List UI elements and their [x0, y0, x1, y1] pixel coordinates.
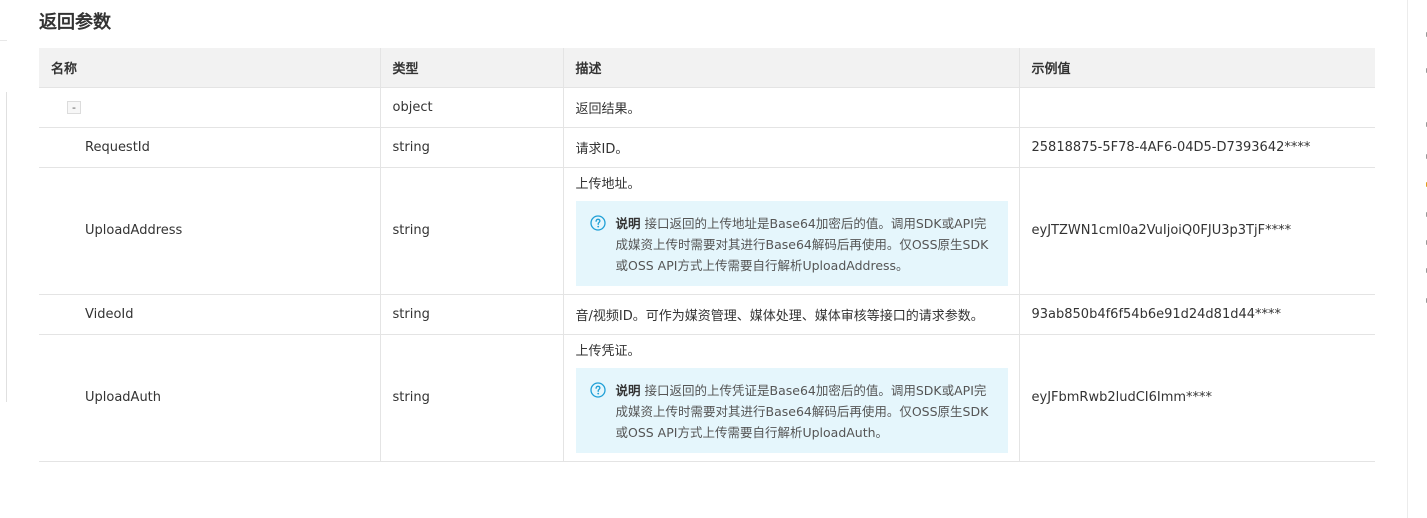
right-sidebar-strip — [1407, 0, 1427, 518]
table-row: VideoId string 音/视频ID。可作为媒资管理、媒体处理、媒体审核等… — [39, 294, 1375, 335]
cell-name: - — [39, 87, 381, 128]
collapse-icon[interactable]: - — [67, 100, 81, 114]
left-page-edge — [0, 0, 7, 518]
cell-example — [1019, 87, 1375, 128]
note-text: 接口返回的上传地址是Base64加密后的值。调用SDK或API完成媒资上传时需要… — [615, 216, 989, 273]
left-scroll-rail — [6, 92, 7, 402]
response-params-table: 名称 类型 描述 示例值 - object 返回结果。 RequestId st… — [39, 48, 1375, 462]
table-header-row: 名称 类型 描述 示例值 — [39, 48, 1375, 88]
header-name: 名称 — [39, 48, 381, 88]
cell-name: VideoId — [39, 294, 381, 335]
cell-description: 上传凭证。 说明 接口返回的上传凭证是Base64加密后的值。调用SDK或API完… — [563, 334, 1020, 462]
description-text: 上传凭证。 — [575, 344, 641, 359]
cell-example: 25818875-5F78-4AF6-04D5-D7393642**** — [1019, 127, 1375, 168]
cell-type: string — [380, 334, 564, 462]
cell-description: 音/视频ID。可作为媒资管理、媒体处理、媒体审核等接口的请求参数。 — [563, 294, 1020, 335]
note-label: 说明 — [615, 216, 641, 231]
cell-name: UploadAuth — [39, 334, 381, 462]
note-text: 接口返回的上传凭证是Base64加密后的值。调用SDK或API完成媒资上传时需要… — [615, 383, 989, 440]
table-row-root: - object 返回结果。 — [39, 87, 1375, 128]
table-row: RequestId string 请求ID。 25818875-5F78-4AF… — [39, 127, 1375, 168]
header-description: 描述 — [563, 48, 1020, 88]
cell-name: UploadAddress — [39, 167, 381, 295]
note-box: 说明 接口返回的上传凭证是Base64加密后的值。调用SDK或API完成媒资上传时… — [575, 368, 1008, 453]
description-text: 上传地址。 — [575, 177, 641, 192]
note-label: 说明 — [615, 383, 641, 398]
table-row: UploadAddress string 上传地址。 说明 接口返回的上传地址是B… — [39, 167, 1375, 295]
cell-name: RequestId — [39, 127, 381, 168]
cell-type: string — [380, 127, 564, 168]
cell-description: 上传地址。 说明 接口返回的上传地址是Base64加密后的值。调用SDK或API完… — [563, 167, 1020, 295]
cell-type: string — [380, 294, 564, 335]
cell-example: eyJFbmRwb2ludCI6Imm**** — [1019, 334, 1375, 462]
note-box: 说明 接口返回的上传地址是Base64加密后的值。调用SDK或API完成媒资上传时… — [575, 201, 1008, 286]
cell-type: object — [380, 87, 564, 128]
left-edge-divider — [0, 40, 7, 41]
cell-description: 请求ID。 — [563, 127, 1020, 168]
question-circle-icon — [589, 215, 606, 231]
cell-description: 返回结果。 — [563, 87, 1020, 128]
cell-example: 93ab850b4f6f54b6e91d24d81d44**** — [1019, 294, 1375, 335]
header-example: 示例值 — [1019, 48, 1375, 88]
cell-type: string — [380, 167, 564, 295]
header-type: 类型 — [380, 48, 564, 88]
question-circle-icon — [589, 382, 606, 398]
cell-example: eyJTZWN1cml0a2VuIjoiQ0FJU3p3TjF**** — [1019, 167, 1375, 295]
table-row: UploadAuth string 上传凭证。 说明 接口返回的上传凭证是Base… — [39, 334, 1375, 462]
section-title: 返回参数 — [39, 12, 111, 33]
